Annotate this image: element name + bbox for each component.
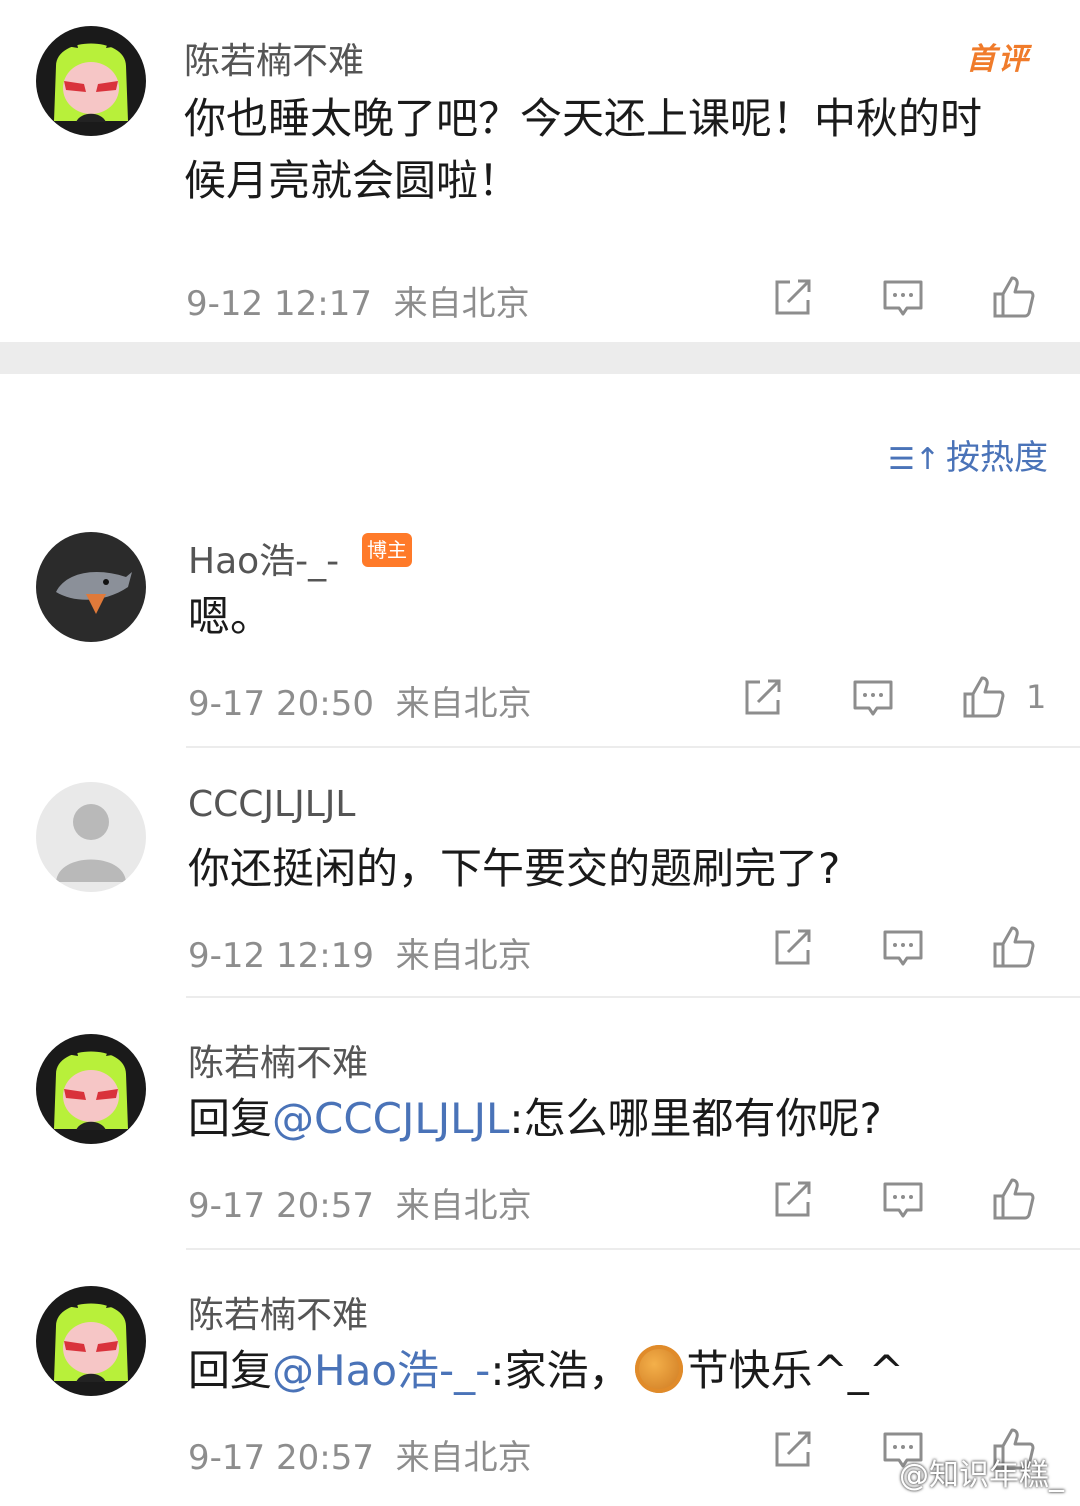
user-avatar-icon xyxy=(36,1286,146,1396)
first-comment-badge: 首评 xyxy=(966,42,1030,77)
reply-text: 嗯。 xyxy=(188,592,273,641)
user-avatar-icon xyxy=(36,532,146,642)
comment-icon[interactable] xyxy=(848,672,898,722)
reply-meta: 9-17 20:57 来自北京 xyxy=(188,1430,532,1479)
mooncake-icon xyxy=(634,1345,683,1393)
watermark: @知识年糕_ xyxy=(899,1458,1064,1493)
row-divider xyxy=(186,1248,1080,1250)
reply-text: 回复@Hao浩-_-:家浩， 节快乐^_^ xyxy=(188,1340,904,1402)
location-text: 来自北京 xyxy=(395,684,532,724)
reply-meta: 9-12 12:19 来自北京 xyxy=(188,928,532,977)
location-text: 来自北京 xyxy=(395,936,532,976)
row-divider xyxy=(186,996,1080,998)
reply-meta: 9-17 20:50 来自北京 xyxy=(188,676,532,725)
mention-link[interactable]: @Hao浩-_- xyxy=(272,1346,490,1395)
comment-text-line2: 候月亮就会圆啦！ xyxy=(184,156,521,205)
comment-icon[interactable] xyxy=(878,1174,928,1224)
sort-icon: ☰↑ xyxy=(888,442,941,477)
share-icon[interactable] xyxy=(738,672,788,722)
sort-toggle[interactable]: ☰↑ 按热度 xyxy=(888,430,1048,479)
reply-body-end: 节快乐^_^ xyxy=(686,1346,904,1395)
comment-icon[interactable] xyxy=(878,272,928,322)
reply-meta: 9-17 20:57 来自北京 xyxy=(188,1178,532,1227)
time-text: 9-17 20:50 xyxy=(188,684,374,724)
share-icon[interactable] xyxy=(768,272,818,322)
avatar[interactable] xyxy=(36,782,146,892)
reply-body: :家浩， xyxy=(490,1346,631,1395)
comment-text-line1: 你也睡太晚了吧？今天还上课呢！中秋的时 xyxy=(184,94,983,143)
reply-text: 你还挺闲的，下午要交的题刷完了? xyxy=(188,844,841,893)
row-divider xyxy=(186,746,1080,748)
avatar[interactable] xyxy=(36,532,146,642)
comment-time: 9-12 12:17 来自北京 xyxy=(186,276,530,325)
sort-label: 按热度 xyxy=(946,438,1049,478)
user-avatar-icon xyxy=(36,1034,146,1144)
location-text: 来自北京 xyxy=(393,284,530,324)
like-icon[interactable] xyxy=(988,922,1038,972)
reply-username[interactable]: Hao浩-_- xyxy=(188,532,339,584)
avatar[interactable] xyxy=(36,1034,146,1144)
like-count: 1 xyxy=(1026,678,1047,716)
blogger-badge: 博主 xyxy=(362,533,412,567)
avatar[interactable] xyxy=(36,26,146,136)
time-text: 9-17 20:57 xyxy=(188,1186,374,1226)
time-text: 9-17 20:57 xyxy=(188,1438,374,1478)
avatar[interactable] xyxy=(36,1286,146,1396)
like-icon[interactable] xyxy=(988,272,1038,322)
reply-text: 回复@CCCJLJLJL:怎么哪里都有你呢? xyxy=(188,1088,882,1150)
location-text: 来自北京 xyxy=(395,1186,532,1226)
location-text: 来自北京 xyxy=(395,1438,532,1478)
reply-prefix: 回复 xyxy=(188,1094,273,1143)
share-icon[interactable] xyxy=(768,922,818,972)
reply-body: :怎么哪里都有你呢? xyxy=(509,1094,882,1143)
like-icon[interactable] xyxy=(958,672,1008,722)
share-icon[interactable] xyxy=(768,1174,818,1224)
share-icon[interactable] xyxy=(768,1424,818,1474)
section-divider xyxy=(0,342,1080,374)
time-text: 9-12 12:17 xyxy=(186,284,372,324)
like-icon[interactable] xyxy=(988,1174,1038,1224)
reply-prefix: 回复 xyxy=(188,1346,273,1395)
default-avatar-icon xyxy=(36,782,146,892)
mention-link[interactable]: @CCCJLJLJL xyxy=(272,1094,509,1143)
time-text: 9-12 12:19 xyxy=(188,936,374,976)
comment-username[interactable]: 陈若楠不难 xyxy=(184,32,364,84)
reply-username[interactable]: 陈若楠不难 xyxy=(188,1034,368,1086)
user-avatar-icon xyxy=(36,26,146,136)
comment-icon[interactable] xyxy=(878,922,928,972)
reply-username[interactable]: 陈若楠不难 xyxy=(188,1286,368,1338)
reply-username[interactable]: CCCJLJLJL xyxy=(188,784,355,825)
